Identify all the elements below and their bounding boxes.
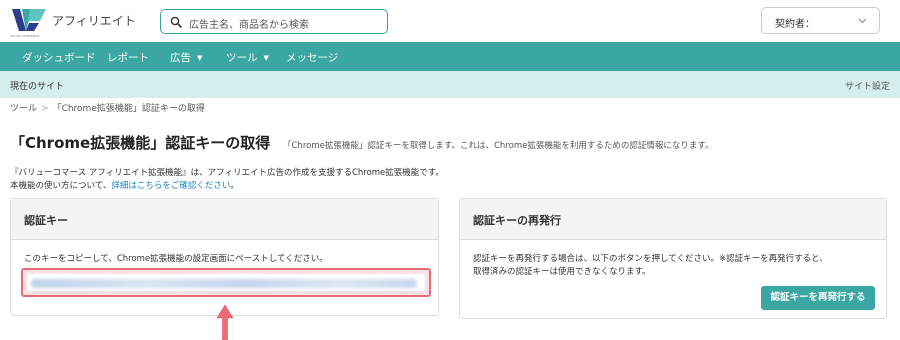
valuecommerce-logo-icon[interactable]: [12, 7, 46, 33]
breadcrumb-item-tools[interactable]: ツール: [10, 104, 37, 114]
search-input[interactable]: 広告主名、商品名から検索: [189, 16, 309, 31]
breadcrumb: ツール > 「Chrome拡張機能」認証キーの取得: [10, 101, 205, 114]
site-settings-link[interactable]: サイト設定: [845, 79, 890, 92]
auth-key-field[interactable]: [27, 274, 425, 291]
search-box[interactable]: 広告主名、商品名から検索: [160, 9, 388, 34]
reissue-button[interactable]: 認証キーを再発行する: [761, 286, 875, 310]
nav-item-label: ダッシュボード: [22, 52, 96, 64]
page-title: 「Chrome拡張機能」認証キーの取得: [10, 134, 271, 152]
nav-item-report[interactable]: レポート: [107, 50, 149, 65]
search-icon: [170, 16, 182, 28]
nav-item-label: 広告: [170, 52, 191, 64]
auth-key-value-blurred: [31, 279, 417, 288]
panel-header: 認証キー: [11, 199, 438, 240]
app-title: アフィリエイト: [52, 14, 136, 28]
nav-item-label: レポート: [107, 52, 149, 64]
contract-label: 契約者：: [775, 19, 815, 30]
nav-item-tools[interactable]: ツール ▼: [226, 50, 269, 65]
breadcrumb-item-current: 「Chrome拡張機能」認証キーの取得: [52, 104, 205, 114]
auth-key-panel: 認証キー このキーをコピーして、Chrome拡張機能の設定画面にペーストしてくだ…: [10, 198, 439, 316]
top-header: VALUECOMMERCE アフィリエイト 広告主名、商品名から検索 契約者：: [0, 0, 900, 42]
auth-key-instruction: このキーをコピーして、Chrome拡張機能の設定画面にペーストしてください。: [24, 254, 328, 264]
site-bar: 現在のサイト サイト設定: [0, 71, 900, 98]
main-nav: ダッシュボード レポート 広告 ▼ ツール ▼ メッセージ: [0, 42, 900, 71]
nav-item-dashboard[interactable]: ダッシュボード: [22, 50, 96, 65]
auth-key-title: 認証キー: [24, 214, 68, 227]
auth-key-highlight: [21, 268, 431, 297]
logo-subtext: VALUECOMMERCE: [10, 34, 40, 38]
reissue-text-line1: 認証キーを再発行する場合は、以下のボタンを押してください。※認証キーを再発行する…: [473, 254, 828, 264]
reissue-panel: 認証キーの再発行 認証キーを再発行する場合は、以下のボタンを押してください。※認…: [459, 198, 887, 319]
panel-header: 認証キーの再発行: [460, 199, 886, 240]
intro-help-prefix: 本機能の使い方について、: [10, 181, 112, 191]
nav-item-label: メッセージ: [286, 52, 339, 64]
nav-item-label: ツール: [226, 52, 258, 64]
page-description: 「Chrome拡張機能」認証キーを取得します。これは、Chrome拡張機能を利用…: [283, 141, 714, 151]
nav-item-ads[interactable]: 広告 ▼: [170, 50, 202, 65]
help-details-link[interactable]: 詳細はこちらをご確認ください: [111, 181, 230, 191]
caret-down-icon: ▼: [197, 54, 203, 62]
up-arrow-annotation-icon: [216, 304, 234, 340]
reissue-text-line2: 取得済みの認証キーは使用できなくなります。: [473, 267, 651, 277]
chevron-down-icon: [858, 18, 867, 24]
contract-select[interactable]: 契約者：: [761, 7, 880, 34]
intro-help-suffix: 。: [230, 181, 239, 191]
breadcrumb-separator: >: [41, 104, 49, 114]
intro-text: 『バリューコマース アフィリエイト拡張機能』は、アフィリエイト広告の作成を支援す…: [10, 168, 444, 178]
caret-down-icon: ▼: [263, 54, 269, 62]
intro-help-line: 本機能の使い方について、詳細はこちらをご確認ください。: [10, 179, 239, 191]
nav-item-messages[interactable]: メッセージ: [286, 50, 338, 65]
current-site-label[interactable]: 現在のサイト: [10, 79, 64, 92]
reissue-title: 認証キーの再発行: [473, 214, 561, 227]
